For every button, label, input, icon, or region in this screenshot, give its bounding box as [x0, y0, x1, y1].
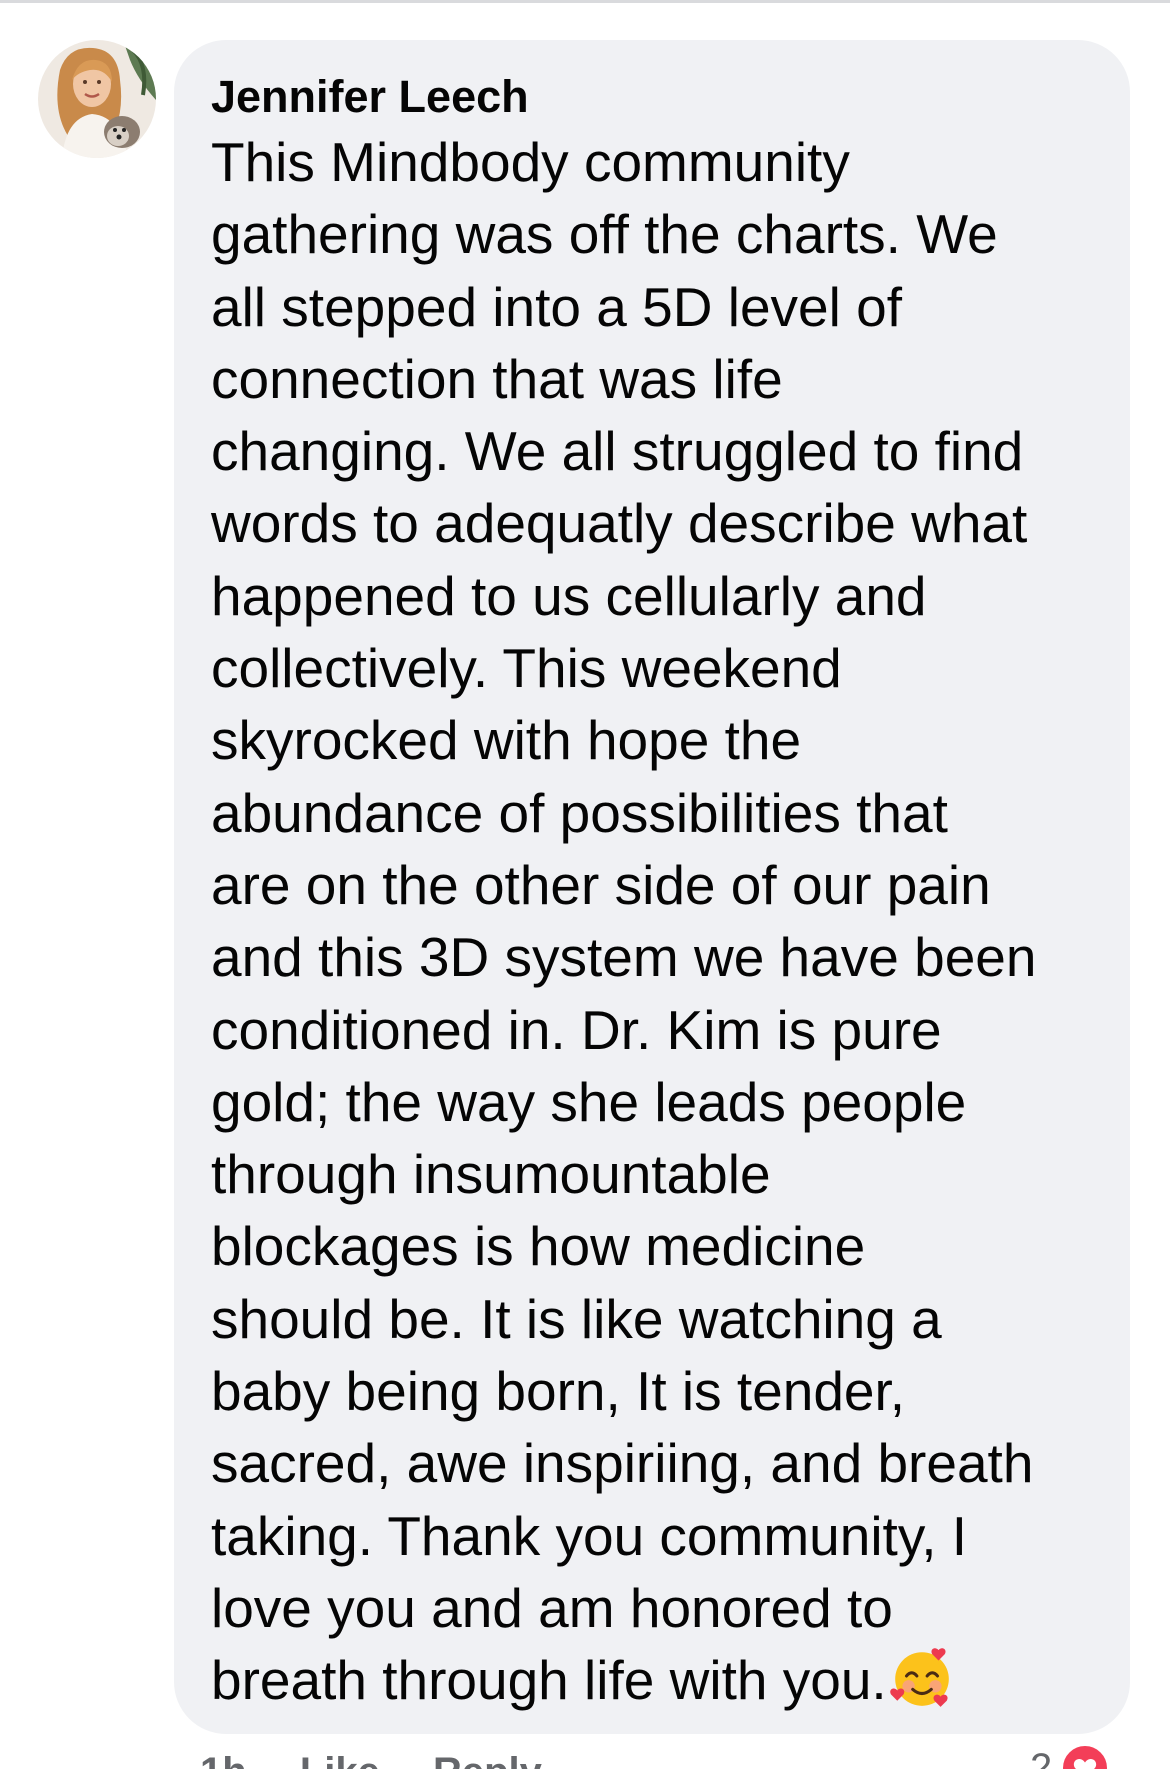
comment-line-text: breath through life with you. [211, 1649, 887, 1712]
comment-text: This Mindbody community gathering was of… [211, 126, 1096, 1717]
reply-button[interactable]: Reply [433, 1750, 542, 1769]
comment-line: gold; the way she leads people [211, 1070, 967, 1133]
comment-line: sacred, awe inspiriing, and breath [211, 1432, 1034, 1495]
comment-line: blockages is how medicine [211, 1215, 866, 1278]
comment-line: all stepped into a 5D level of [211, 275, 902, 338]
reaction-count: 2 [1030, 1745, 1053, 1769]
comment-line: This Mindbody community [211, 131, 850, 193]
like-button[interactable]: Like [300, 1750, 380, 1769]
comment-line: connection that was life [211, 347, 783, 410]
comment-actions: 1h Like Reply [200, 1750, 584, 1769]
comment-line: abundance of possibilities that [211, 781, 948, 844]
comment-line: baby being born, It is tender, [211, 1360, 906, 1423]
top-divider [0, 0, 1170, 3]
comment-line: should be. It is like watching a [211, 1287, 942, 1350]
comment-author-name[interactable]: Jennifer Leech [211, 68, 1096, 126]
comment-line: and this 3D system we have been [211, 926, 1037, 989]
comment-line: skyrocked with hope the [211, 709, 802, 772]
comment-line: collectively. This weekend [211, 637, 842, 700]
comment-timestamp[interactable]: 1h [200, 1750, 247, 1769]
avatar[interactable] [38, 40, 156, 158]
comment-line: words to adequatly describe what [211, 492, 1028, 555]
heart-icon [1060, 1743, 1111, 1769]
comment-bubble: Jennifer Leech This Mindbody community g… [174, 40, 1130, 1734]
profile-photo [38, 40, 156, 158]
comment-line: changing. We all struggled to find [211, 420, 1024, 483]
comment-line: taking. Thank you community, I [211, 1504, 968, 1567]
comment-line: gathering was off the charts. We [211, 203, 998, 266]
comment-line: conditioned in. Dr. Kim is pure [211, 998, 942, 1061]
smiling-face-with-hearts-icon [889, 1648, 949, 1708]
comment-line: are on the other side of our pain [211, 853, 991, 916]
comment-line: through insumountable [211, 1143, 771, 1206]
comment-line: love you and am honored to [211, 1576, 893, 1639]
comment-line-last: breath through life with you. [211, 1644, 1096, 1716]
reaction-summary[interactable]: 2 [1030, 1743, 1111, 1769]
comment-line: happened to us cellularly and [211, 564, 927, 627]
